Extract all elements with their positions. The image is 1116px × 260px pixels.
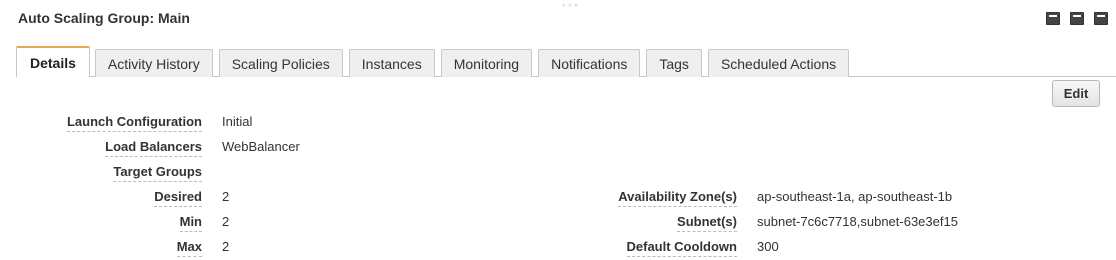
detail-row-subnets: Subnet(s) — [500, 212, 737, 234]
tab-tags[interactable]: Tags — [646, 49, 702, 77]
default-cooldown-value: 300 — [757, 239, 779, 254]
launch-configuration-value: Initial — [222, 114, 253, 129]
load-balancers-value: WebBalancer — [222, 139, 300, 154]
detail-label: Max — [176, 239, 202, 257]
panel-title: Auto Scaling Group: Main — [18, 10, 190, 26]
detail-row-default-cooldown: Default Cooldown — [500, 237, 737, 259]
detail-row-load-balancers: Load Balancers — [0, 137, 202, 159]
detail-label: Target Groups — [113, 164, 202, 182]
detail-label: Load Balancers — [105, 139, 202, 157]
detail-row-desired: Desired — [0, 187, 202, 209]
detail-row-target-groups: Target Groups — [0, 162, 202, 184]
edit-button[interactable]: Edit — [1052, 80, 1100, 107]
subnets-value: subnet-7c6c7718,subnet-63e3ef15 — [757, 214, 958, 229]
window-controls — [1046, 12, 1108, 25]
tab-monitoring[interactable]: Monitoring — [440, 49, 533, 77]
drag-handle-icon[interactable]: ◦◦◦ — [562, 0, 581, 10]
detail-row-min: Min — [0, 212, 202, 234]
detail-label: Subnet(s) — [677, 214, 737, 232]
max-value: 2 — [222, 239, 230, 254]
auto-scaling-group-panel: Auto Scaling Group: Main ◦◦◦ Details Act… — [0, 0, 1116, 260]
desired-value: 2 — [222, 189, 230, 204]
detail-label: Default Cooldown — [626, 239, 737, 257]
detail-label: Min — [179, 214, 202, 232]
split-panel-icon[interactable] — [1070, 12, 1084, 25]
tab-scaling-policies[interactable]: Scaling Policies — [218, 49, 343, 77]
minimize-panel-icon[interactable] — [1046, 12, 1060, 25]
tab-scheduled-actions[interactable]: Scheduled Actions — [707, 49, 850, 77]
availability-zones-value: ap-southeast-1a, ap-southeast-1b — [757, 189, 953, 204]
detail-row-launch-configuration: Launch Configuration — [0, 112, 202, 134]
tab-bar: Details Activity History Scaling Policie… — [16, 46, 1116, 78]
maximize-panel-icon[interactable] — [1094, 12, 1108, 25]
detail-label: Launch Configuration — [66, 114, 202, 132]
detail-label: Availability Zone(s) — [618, 189, 737, 207]
detail-row-max: Max — [0, 237, 202, 259]
detail-row-availability-zones: Availability Zone(s) — [500, 187, 737, 209]
tab-instances[interactable]: Instances — [348, 49, 435, 77]
min-value: 2 — [222, 214, 230, 229]
tab-activity-history[interactable]: Activity History — [94, 49, 213, 77]
detail-label: Desired — [154, 189, 202, 207]
tab-details[interactable]: Details — [16, 46, 90, 78]
tab-notifications[interactable]: Notifications — [538, 49, 641, 77]
